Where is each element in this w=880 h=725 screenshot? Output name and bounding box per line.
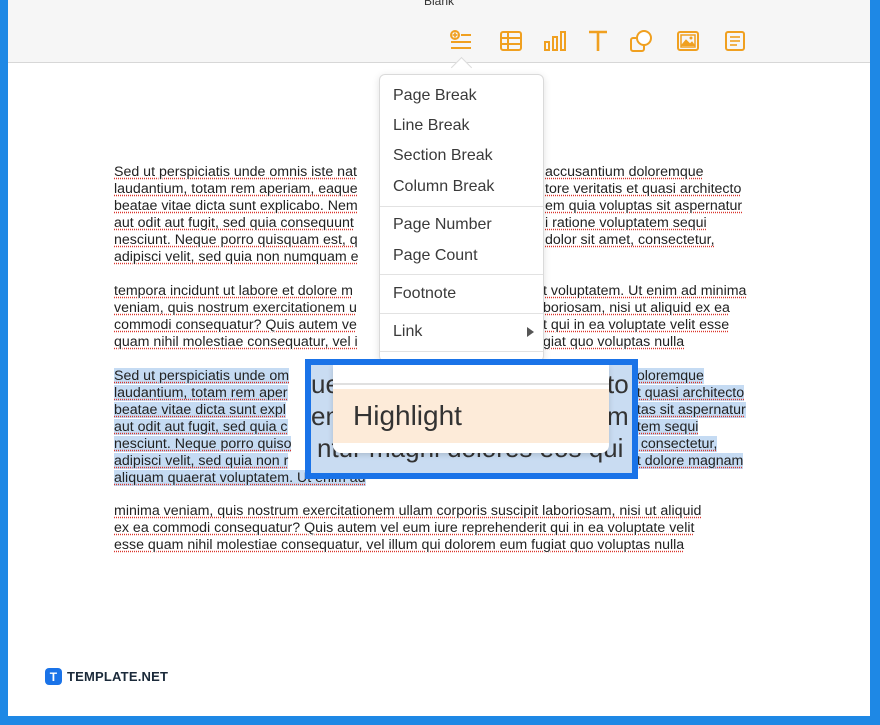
text-button[interactable] <box>583 26 613 56</box>
media-icon <box>677 31 699 51</box>
table-icon <box>500 31 522 51</box>
table-button[interactable] <box>496 26 526 56</box>
paragraph-2-right: t voluptatem. Ut enim ad minima boriosam… <box>543 283 747 350</box>
menu-separator <box>380 313 543 314</box>
paragraph-3-right: doloremque et quasi architecto ptas sit … <box>629 368 746 469</box>
insert-list-icon <box>450 30 471 49</box>
paragraph-1-left: Sed ut perspiciatis unde omnis iste nat … <box>114 164 359 265</box>
toolbar: Blank <box>8 0 870 63</box>
chart-button[interactable] <box>540 26 570 56</box>
menu-separator <box>380 274 543 275</box>
menu-item-page-count[interactable]: Page Count <box>393 245 478 267</box>
menu-item-page-number[interactable]: Page Number <box>393 214 492 236</box>
brand-logo-icon: T <box>45 668 62 685</box>
menu-separator <box>380 206 543 207</box>
highlight-menu-item[interactable]: Highlight <box>333 389 609 443</box>
menu-item-footnote[interactable]: Footnote <box>393 283 456 305</box>
menu-separator <box>380 351 543 352</box>
paragraph-4[interactable]: minima veniam, quis nostrum exercitation… <box>114 503 774 554</box>
paragraph-1-right: accusantium doloremque tore veritatis et… <box>545 164 743 248</box>
document-title: Blank <box>423 0 455 8</box>
submenu-arrow-icon <box>527 327 534 337</box>
insert-button[interactable] <box>446 26 476 56</box>
media-button[interactable] <box>673 26 703 56</box>
chart-icon <box>544 31 566 51</box>
menu-item-section-break[interactable]: Section Break <box>393 145 493 167</box>
zoom-menu-panel: Highlight <box>333 365 609 453</box>
pages-window: Blank Sed ut perspiciatis unde omnis ist… <box>8 0 870 716</box>
comment-button[interactable] <box>720 26 750 56</box>
paragraph-2-left: tempora incidunt ut labore et dolore m v… <box>114 283 358 350</box>
zoom-callout: ue em ntur magni dolores eos qui to m Hi… <box>305 359 638 479</box>
text-icon <box>589 30 607 51</box>
menu-item-link[interactable]: Link <box>393 321 422 343</box>
comment-icon <box>725 31 745 51</box>
zoom-menu-separator <box>333 383 609 385</box>
menu-item-line-break[interactable]: Line Break <box>393 115 470 137</box>
shape-button[interactable] <box>626 26 656 56</box>
menu-item-page-break[interactable]: Page Break <box>393 85 477 107</box>
menu-item-column-break[interactable]: Column Break <box>393 176 494 198</box>
insert-menu: Page Break Line Break Section Break Colu… <box>379 74 544 362</box>
shape-icon <box>630 30 652 52</box>
template-net-logo: T TEMPLATE.NET <box>45 668 168 685</box>
brand-name: TEMPLATE.NET <box>67 669 169 684</box>
